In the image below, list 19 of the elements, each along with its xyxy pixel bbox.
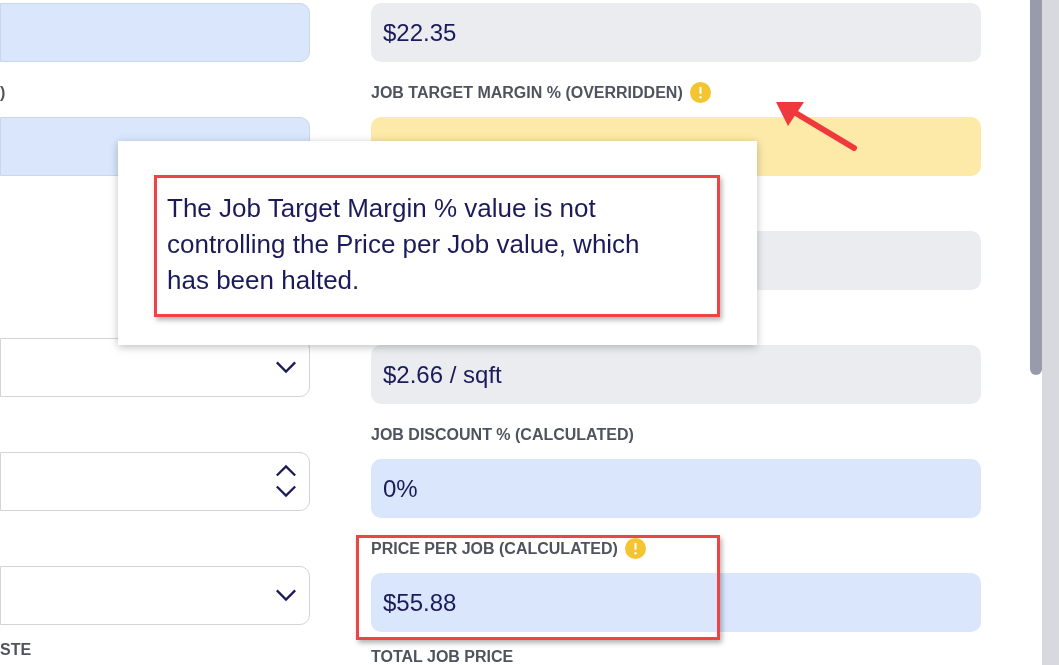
scrollbar-thumb[interactable]	[1030, 0, 1042, 375]
field-label: TOTAL JOB PRICE	[371, 649, 514, 665]
dropdown-field[interactable]	[0, 566, 310, 625]
input-field[interactable]: $22.35	[371, 3, 981, 62]
tooltip-text: The Job Target Margin % value is not controlling the Price per Job value, which has been halted.	[167, 192, 641, 297]
input-field[interactable]: $55.88	[371, 573, 981, 632]
input-field[interactable]: $2.66 / sqft	[371, 345, 981, 404]
input-field[interactable]	[0, 3, 310, 62]
dropdown-field[interactable]	[0, 338, 310, 397]
field-label: PRICE PER JOB (CALCULATED)	[371, 540, 618, 557]
scrollbar-track[interactable]	[1042, 0, 1059, 665]
field-label: )	[0, 84, 6, 101]
input-field[interactable]: 0%	[371, 459, 981, 518]
field-label: STE	[0, 642, 32, 658]
field-label: JOB TARGET MARGIN % (OVERRIDDEN)	[371, 84, 683, 101]
number-field[interactable]	[0, 452, 310, 511]
chevron-down-icon	[275, 588, 297, 602]
field-label: JOB DISCOUNT % (CALCULATED)	[371, 426, 634, 443]
chevron-down-icon	[275, 360, 297, 374]
